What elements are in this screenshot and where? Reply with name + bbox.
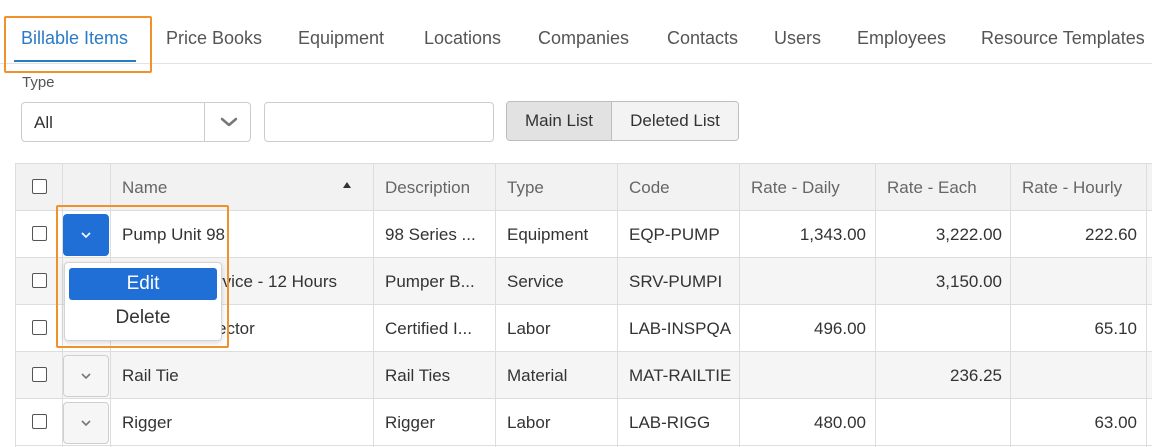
cell-code: MAT-RAILTIE [629,365,732,385]
column-header-name[interactable]: Name [122,164,322,211]
tab-bar: Billable Items Price Books Equipment Loc… [0,0,1152,64]
cell-type: Labor [507,412,551,432]
row-checkbox[interactable] [32,273,47,288]
column-header-code[interactable]: Code [629,164,739,211]
cell-rate-each: 3,222.00 [935,224,1002,244]
cell-code: LAB-INSPQA [629,318,732,338]
sort-ascending-icon[interactable] [342,181,352,189]
cell-type: Equipment [507,224,589,244]
tab-companies[interactable]: Companies [538,28,629,49]
tab-billable-items[interactable]: Billable Items [21,28,128,49]
column-divider [1146,164,1147,447]
chevron-down-icon [81,420,91,427]
column-divider [1010,164,1011,447]
row-checkbox[interactable] [32,320,47,335]
tab-resource-templates[interactable]: Resource Templates [981,28,1145,49]
cell-rate-each [876,305,1002,352]
cell-rate-hourly: 63.00 [1094,412,1137,432]
cell-rate-each [876,399,1002,446]
column-divider [617,164,618,447]
cell-name: Rail Tie [122,365,179,385]
tab-locations[interactable]: Locations [424,28,501,49]
select-all-checkbox[interactable] [32,179,47,194]
cell-type: Material [507,365,568,385]
cell-description: Rigger [385,412,436,432]
type-select-value: All [34,113,53,132]
column-header-rate-hourly[interactable]: Rate - Hourly [1022,164,1147,211]
cell-rate-daily [741,352,866,399]
cell-rate-each: 236.25 [950,365,1002,385]
column-divider [62,164,63,447]
column-divider [373,164,374,447]
type-select[interactable]: All [21,102,251,142]
tab-contacts[interactable]: Contacts [667,28,738,49]
menu-item-delete[interactable]: Delete [69,302,217,334]
tab-price-books[interactable]: Price Books [166,28,262,49]
chevron-down-icon [81,232,91,239]
type-filter-label: Type [22,74,55,91]
tab-equipment[interactable]: Equipment [298,28,384,49]
column-header-type[interactable]: Type [507,164,617,211]
active-tab-indicator [14,60,136,62]
cell-code: SRV-PUMPI [629,271,723,291]
cell-rate-daily [741,258,866,305]
tab-employees[interactable]: Employees [857,28,946,49]
cell-rate-hourly [1012,352,1137,399]
row-checkbox[interactable] [32,226,47,241]
column-divider [495,164,496,447]
cell-name: ector [217,318,255,338]
cell-rate-daily: 1,343.00 [799,224,866,244]
cell-code: EQP-PUMP [629,224,720,244]
cell-type: Service [507,271,564,291]
table-row[interactable]: Pump Unit 98 98 Series ... Equipment EQP… [16,211,1152,258]
cell-rate-each: 3,150.00 [935,271,1002,291]
deleted-list-button[interactable]: Deleted List [612,102,738,140]
cell-description: Certified I... [385,318,472,338]
column-header-description[interactable]: Description [385,164,495,211]
search-input[interactable] [264,102,494,142]
chevron-down-icon[interactable] [218,114,240,130]
table-row[interactable]: Rail Tie Rail Ties Material MAT-RAILTIE … [16,352,1152,399]
column-header-rate-each[interactable]: Rate - Each [887,164,1012,211]
cell-name: Rigger [122,412,173,432]
cell-rate-hourly [1012,258,1137,305]
cell-rate-hourly: 65.10 [1094,318,1137,338]
menu-item-edit[interactable]: Edit [69,268,217,300]
row-actions-button[interactable] [63,402,109,444]
cell-description: 98 Series ... [385,224,476,244]
row-actions-button[interactable] [63,214,109,256]
cell-description: Rail Ties [385,365,451,385]
chevron-down-icon [81,373,91,380]
table-header: Name Description Type Code Rate - Daily … [16,164,1152,211]
cell-type: Labor [507,318,551,338]
column-divider [739,164,740,447]
cell-rate-hourly: 222.60 [1085,224,1137,244]
row-actions-button[interactable] [63,355,109,397]
cell-code: LAB-RIGG [629,412,711,432]
column-header-rate-daily[interactable]: Rate - Daily [751,164,876,211]
row-actions-menu: Edit Delete [64,262,222,341]
table-row[interactable]: Rigger Rigger Labor LAB-RIGG 480.00 63.0… [16,399,1152,446]
cell-rate-daily: 480.00 [814,412,866,432]
row-checkbox[interactable] [32,367,47,382]
cell-name: rvice - 12 Hours [217,271,337,291]
tab-users[interactable]: Users [774,28,821,49]
column-divider [875,164,876,447]
cell-name: Pump Unit 98 [122,224,225,244]
cell-rate-daily: 496.00 [814,318,866,338]
list-toggle: Main List Deleted List [506,101,739,141]
select-divider [204,103,205,141]
main-list-button[interactable]: Main List [507,102,612,140]
row-checkbox[interactable] [32,414,47,429]
cell-description: Pumper B... [385,271,475,291]
